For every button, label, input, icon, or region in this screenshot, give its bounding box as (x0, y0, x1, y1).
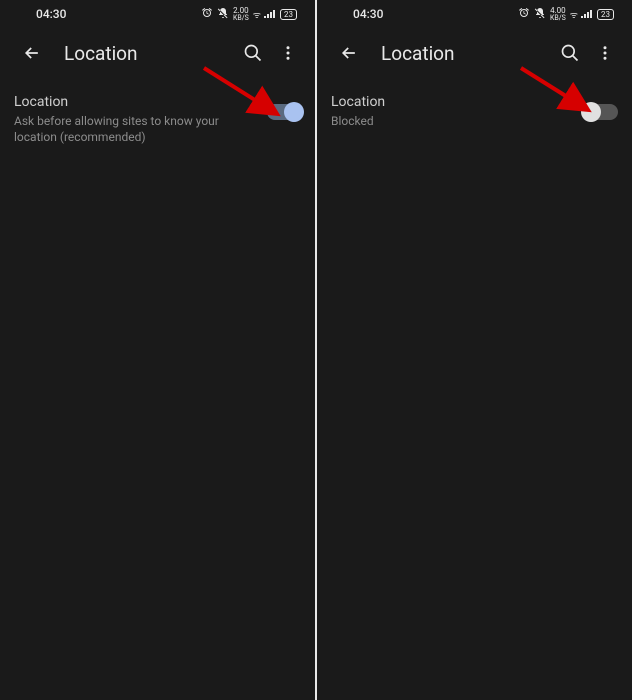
alarm-icon (518, 7, 530, 22)
status-bar: 04:30 4.00 KB/S ᯤ 23 (317, 0, 632, 28)
alarm-icon (201, 7, 213, 22)
signal-icon (581, 8, 593, 21)
search-icon[interactable] (235, 35, 271, 71)
location-toggle-off[interactable] (584, 104, 618, 120)
location-setting-row[interactable]: Location Blocked (317, 78, 632, 129)
more-icon[interactable] (271, 36, 305, 70)
back-button[interactable] (14, 35, 50, 71)
setting-title: Location (14, 94, 255, 110)
signal-icon (264, 8, 276, 21)
setting-text: Location Ask before allowing sites to kn… (14, 94, 267, 145)
location-setting-row[interactable]: Location Ask before allowing sites to kn… (0, 78, 315, 145)
status-icons: 2.00 KB/S ᯤ 23 (201, 7, 297, 22)
page-title: Location (64, 42, 235, 65)
status-time: 04:30 (353, 7, 383, 21)
network-icon: ᯤ (570, 8, 577, 21)
screen-right: 04:30 4.00 KB/S ᯤ 23 Location (317, 0, 632, 700)
back-button[interactable] (331, 35, 367, 71)
net-speed: 2.00 KB/S (233, 7, 249, 22)
mute-icon (534, 7, 546, 22)
mute-icon (217, 7, 229, 22)
screen-left: 04:30 2.00 KB/S ᯤ 23 Location (0, 0, 315, 700)
toggle-knob (581, 102, 601, 122)
setting-text: Location Blocked (331, 94, 584, 129)
setting-desc: Ask before allowing sites to know your l… (14, 113, 255, 145)
battery-indicator: 23 (280, 9, 297, 20)
app-bar: Location (317, 28, 632, 78)
status-icons: 4.00 KB/S ᯤ 23 (518, 7, 614, 22)
app-bar: Location (0, 28, 315, 78)
setting-desc: Blocked (331, 113, 572, 129)
battery-indicator: 23 (597, 9, 614, 20)
search-icon[interactable] (552, 35, 588, 71)
more-icon[interactable] (588, 36, 622, 70)
net-speed: 4.00 KB/S (550, 7, 566, 22)
page-title: Location (381, 42, 552, 65)
toggle-knob (284, 102, 304, 122)
status-bar: 04:30 2.00 KB/S ᯤ 23 (0, 0, 315, 28)
status-time: 04:30 (36, 7, 66, 21)
network-icon: ᯤ (253, 8, 260, 21)
location-toggle-on[interactable] (267, 104, 301, 120)
setting-title: Location (331, 94, 572, 110)
